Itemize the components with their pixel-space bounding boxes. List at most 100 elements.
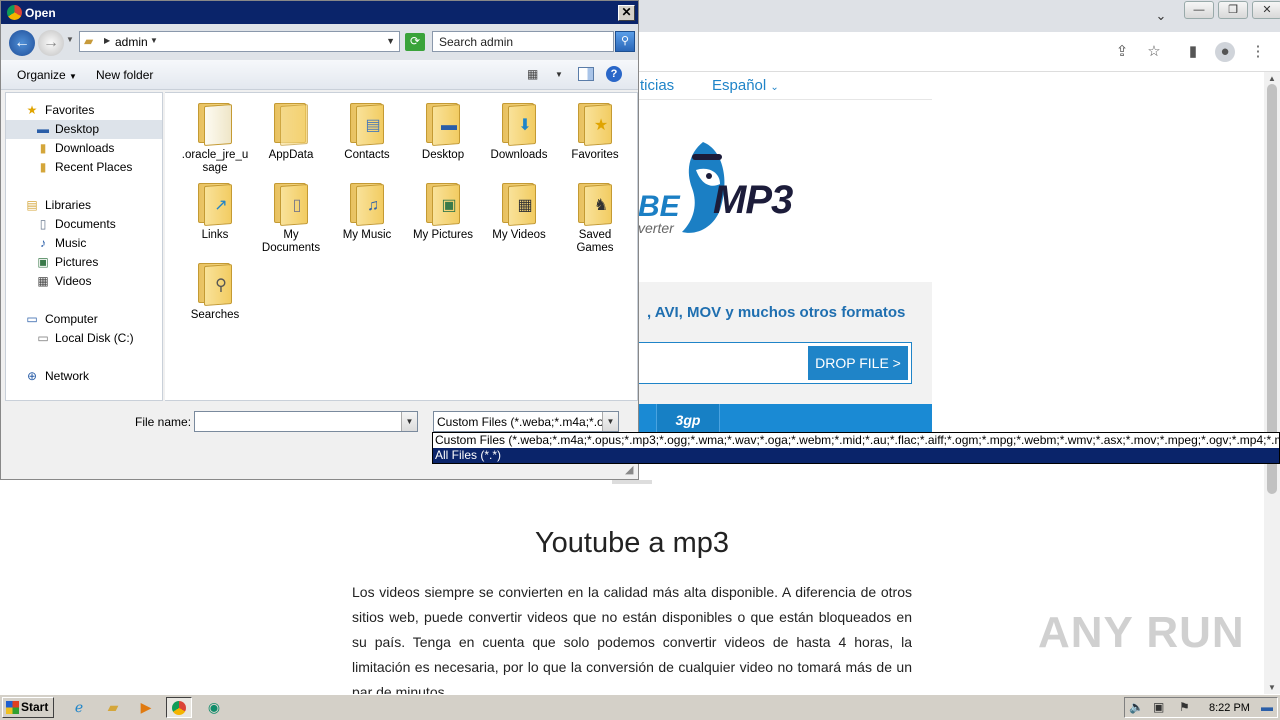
explorer-folder-icon[interactable]: ▰ — [100, 697, 126, 718]
contacts-folder-icon: ▤ — [348, 101, 386, 146]
file-item-links[interactable]: ↗ Links — [179, 181, 251, 242]
file-label: My Documents — [261, 229, 321, 254]
bookmark-star-icon[interactable]: ☆ — [1144, 42, 1164, 62]
maximize-button[interactable]: ❐ — [1218, 1, 1248, 19]
start-button[interactable]: Start — [2, 697, 54, 718]
file-item-downloads[interactable]: ⬇ Downloads — [483, 101, 555, 162]
drop-file-button[interactable]: DROP FILE > — [808, 346, 908, 380]
file-name-dropdown-icon[interactable]: ▼ — [401, 412, 417, 431]
preview-pane-icon[interactable] — [578, 67, 594, 81]
view-options-icon[interactable]: ▦ — [527, 67, 541, 81]
downloads-folder-icon: ⬇ — [500, 101, 538, 146]
nav-computer[interactable]: ▭ Computer — [6, 310, 162, 329]
file-item-searches[interactable]: ⚲ Searches — [179, 261, 251, 322]
file-item-contacts[interactable]: ▤ Contacts — [331, 101, 403, 162]
menu-kebab-icon[interactable]: ⋮ — [1248, 42, 1268, 62]
file-label: Downloads — [490, 149, 548, 161]
edge-icon[interactable]: ◉ — [201, 697, 227, 718]
file-label: My Pictures — [412, 229, 474, 241]
nav-label: Pictures — [55, 255, 99, 269]
file-label: Desktop — [421, 149, 465, 161]
help-icon[interactable]: ? — [606, 66, 622, 82]
history-dropdown-icon[interactable]: ▼ — [66, 35, 74, 44]
file-type-select[interactable]: Custom Files (*.weba;*.m4a;*.opus;*.mp3;… — [433, 411, 619, 432]
nav-documents[interactable]: ▯ Documents — [6, 215, 162, 234]
tab-search-icon[interactable]: ⌄ — [1150, 8, 1172, 26]
nav-desktop[interactable]: ▬ Desktop — [6, 120, 162, 139]
file-item-my-music[interactable]: ♫ My Music — [331, 181, 403, 242]
breadcrumb-arrow-icon[interactable]: ▶ — [104, 36, 110, 45]
file-item-desktop[interactable]: ▬ Desktop — [407, 101, 479, 162]
file-item-favorites[interactable]: ★ Favorites — [559, 101, 631, 162]
nav-local-disk[interactable]: ▭ Local Disk (C:) — [6, 329, 162, 348]
nav-language-label: Español — [712, 77, 767, 94]
volume-icon[interactable]: 🔈 — [1129, 700, 1144, 714]
nav-recent-places[interactable]: ▮ Recent Places — [6, 158, 162, 177]
disk-icon: ▭ — [37, 331, 49, 345]
file-item-my-pictures[interactable]: ▣ My Pictures — [407, 181, 479, 242]
file-item-appdata[interactable]: AppData — [255, 101, 327, 162]
folder-icon — [272, 101, 310, 146]
scroll-up-icon[interactable]: ▲ — [1268, 74, 1276, 83]
address-dropdown-icon[interactable]: ▼ — [386, 36, 395, 46]
saved-games-folder-icon: ♞ — [576, 181, 614, 226]
refresh-button[interactable]: ⟳ — [405, 33, 425, 51]
back-button[interactable]: ← — [9, 30, 35, 56]
nav-label: Favorites — [45, 103, 95, 117]
music-folder-icon: ♫ — [348, 181, 386, 226]
view-dropdown-icon[interactable]: ▼ — [555, 70, 563, 79]
forward-button[interactable]: → — [38, 30, 64, 56]
search-icon[interactable]: ⚲ — [615, 31, 635, 52]
resize-grip-icon[interactable]: ◢ — [625, 463, 633, 476]
url-drop-box[interactable]: DROP FILE > — [620, 342, 912, 384]
file-name-input[interactable]: ▼ — [194, 411, 418, 432]
media-player-icon[interactable]: ▶ — [133, 697, 159, 718]
close-window-button[interactable]: ✕ — [1252, 1, 1280, 19]
new-folder-button[interactable]: New folder — [96, 68, 153, 82]
search-input[interactable]: Search admin — [432, 31, 614, 52]
dialog-title: Open — [25, 6, 56, 20]
nav-pictures[interactable]: ▣ Pictures — [6, 253, 162, 272]
dialog-close-button[interactable]: ✕ — [618, 5, 635, 21]
nav-libraries[interactable]: ▤ Libraries — [6, 196, 162, 215]
breadcrumb-admin[interactable]: admin — [115, 35, 148, 49]
nav-network[interactable]: ⊕ Network — [6, 367, 162, 386]
file-label: Links — [201, 229, 229, 241]
file-item-my-videos[interactable]: ▦ My Videos — [483, 181, 555, 242]
organize-button[interactable]: Organize ▼ — [17, 68, 77, 82]
file-label: Contacts — [344, 149, 390, 161]
file-item-my-documents[interactable]: ▯ My Documents — [255, 181, 327, 255]
page-scrollbar[interactable]: ▲ ▼ — [1264, 72, 1280, 694]
nav-videos[interactable]: ▦ Videos — [6, 272, 162, 291]
file-item-saved-games[interactable]: ♞ Saved Games — [559, 181, 631, 255]
chrome-taskbar-icon[interactable] — [166, 697, 192, 718]
side-panel-icon[interactable]: ▮ — [1183, 42, 1203, 62]
chrome-icon — [7, 5, 22, 20]
breadcrumb-arrow-icon[interactable]: ▼ — [150, 36, 158, 45]
file-type-option-all-files[interactable]: All Files (*.*) — [433, 448, 1279, 463]
nav-language-link[interactable]: Español ⌄ — [712, 77, 779, 94]
show-desktop-icon[interactable]: ▬ — [1261, 700, 1273, 714]
profile-avatar-icon[interactable]: ● — [1215, 42, 1235, 62]
downloads-icon: ▮ — [39, 141, 47, 155]
file-item-oracle-jre-usage[interactable]: .oracle_jre_usage — [179, 101, 251, 175]
nav-noticias-link[interactable]: ticias — [640, 77, 674, 94]
share-icon[interactable]: ⇪ — [1112, 42, 1132, 62]
nav-music[interactable]: ♪ Music — [6, 234, 162, 253]
nav-label: Downloads — [55, 141, 115, 155]
file-type-option-custom[interactable]: Custom Files (*.weba;*.m4a;*.opus;*.mp3;… — [433, 433, 1279, 448]
scroll-down-icon[interactable]: ▼ — [1268, 683, 1276, 692]
organize-label: Organize — [17, 68, 66, 82]
open-file-dialog: Open ✕ ← → ▼ ▰ ▶ admin ▼ ▼ ⟳ Search admi… — [0, 0, 639, 480]
file-type-dropdown-icon[interactable]: ▼ — [602, 412, 618, 431]
flag-icon[interactable]: ⚑ — [1179, 700, 1190, 714]
internet-explorer-icon[interactable]: ℯ — [66, 697, 92, 718]
network-tray-icon[interactable]: ▣ — [1153, 700, 1164, 714]
address-bar[interactable]: ▰ ▶ admin ▼ ▼ — [79, 31, 400, 52]
dialog-titlebar[interactable]: Open ✕ — [1, 1, 638, 24]
nav-downloads[interactable]: ▮ Downloads — [6, 139, 162, 158]
folder-icon — [196, 101, 234, 146]
logo-text-be: BE — [638, 190, 680, 223]
minimize-button[interactable]: — — [1184, 1, 1214, 19]
nav-favorites[interactable]: ★ Favorites — [6, 101, 162, 120]
